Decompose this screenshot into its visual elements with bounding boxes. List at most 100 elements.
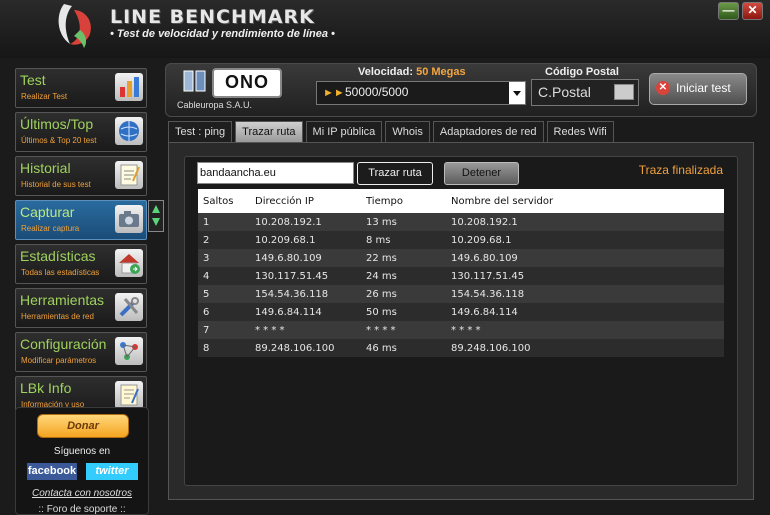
twitter-button[interactable]: twitter: [86, 463, 138, 480]
trace-status: Traza finalizada: [638, 163, 723, 177]
sidebar-item-sub: Herramientas de red: [21, 312, 94, 321]
table-header: Saltos Dirección IP Tiempo Nombre del se…: [198, 189, 724, 213]
postal-code-label: Código Postal: [545, 66, 619, 78]
table-cell: * * * *: [446, 321, 724, 339]
table-cell: 6: [198, 303, 250, 321]
table-cell: 22 ms: [361, 249, 446, 267]
velocidad-label: Velocidad: 50 Megas: [358, 66, 466, 78]
close-button[interactable]: ✕: [742, 2, 763, 20]
sidebar-item-label: Herramientas: [20, 292, 105, 308]
table-cell: 50 ms: [361, 303, 446, 321]
stop-button[interactable]: Detener: [444, 162, 519, 185]
sidebar-item-label: Historial: [20, 160, 71, 176]
speed-select[interactable]: ►► 50000/5000: [316, 81, 526, 105]
sidebar-item-ultimos[interactable]: Últimos/Top Últimos & Top 20 test: [15, 112, 147, 152]
table-cell: 130.117.51.45: [250, 267, 361, 285]
tab-mi-ip[interactable]: Mi IP pública: [305, 121, 383, 142]
table-cell: 10.208.192.1: [446, 213, 724, 231]
column-header[interactable]: Saltos: [198, 189, 250, 213]
postal-code-field[interactable]: C.Postal: [531, 79, 639, 106]
table-row[interactable]: 2 10.209.68.1 8 ms 10.209.68.1: [198, 231, 724, 249]
column-header[interactable]: Dirección IP: [250, 189, 361, 213]
sidebar-item-historial[interactable]: Historial Historial de sus test: [15, 156, 147, 196]
facebook-button[interactable]: facebook: [27, 463, 77, 480]
sidebar-item-label: LBk Info: [20, 380, 72, 396]
table-row[interactable]: 5 154.54.36.118 26 ms 154.54.36.118: [198, 285, 724, 303]
sidebar: Test Realizar Test Últimos/Top Últimos &…: [15, 68, 147, 420]
start-test-label: Iniciar test: [676, 81, 731, 95]
tab-redes-wifi[interactable]: Redes Wifi: [546, 121, 614, 142]
table-row[interactable]: 8 89.248.106.100 46 ms 89.248.106.100: [198, 339, 724, 357]
app-subtitle: • Test de velocidad y rendimiento de lín…: [110, 28, 335, 40]
table-cell: 46 ms: [361, 339, 446, 357]
table-row[interactable]: 4 130.117.51.45 24 ms 130.117.51.45: [198, 267, 724, 285]
start-icon: ✕: [656, 81, 670, 95]
table-cell: 89.248.106.100: [446, 339, 724, 357]
table-cell: * * * *: [361, 321, 446, 339]
double-arrow-icon: ►►: [323, 87, 345, 99]
column-header[interactable]: Tiempo: [361, 189, 446, 213]
table-cell: 26 ms: [361, 285, 446, 303]
tab-whois[interactable]: Whois: [385, 121, 430, 142]
sidebar-item-label: Configuración: [20, 336, 107, 352]
table-row[interactable]: 3 149.6.80.109 22 ms 149.6.80.109: [198, 249, 724, 267]
column-header[interactable]: Nombre del servidor: [446, 189, 724, 213]
table-cell: 4: [198, 267, 250, 285]
collapse-toggle[interactable]: [148, 200, 164, 232]
tool-tabs: Test : ping Trazar ruta Mi IP pública Wh…: [168, 121, 617, 142]
table-row[interactable]: 6 149.6.84.114 50 ms 149.6.84.114: [198, 303, 724, 321]
tab-adaptadores[interactable]: Adaptadores de red: [432, 121, 544, 142]
table-cell: 10.208.192.1: [250, 213, 361, 231]
sidebar-item-sub: Últimos & Top 20 test: [21, 136, 97, 145]
network-icon: [115, 337, 143, 365]
minimize-button[interactable]: —: [718, 2, 739, 20]
sidebar-item-herramientas[interactable]: Herramientas Herramientas de red: [15, 288, 147, 328]
globe-icon: [115, 117, 143, 145]
table-cell: 24 ms: [361, 267, 446, 285]
forum-link[interactable]: :: Foro de soporte ::: [16, 504, 148, 515]
isp-logo: ONO: [212, 68, 282, 98]
velocidad-label-text: Velocidad:: [358, 66, 414, 78]
table-cell: 7: [198, 321, 250, 339]
tools-icon: [115, 293, 143, 321]
table-row[interactable]: 1 10.208.192.1 13 ms 10.208.192.1: [198, 213, 724, 231]
sidebar-item-sub: Todas las estadísticas: [21, 268, 100, 277]
table-row[interactable]: 7 * * * * * * * * * * * *: [198, 321, 724, 339]
connection-bar: ONO Cableuropa S.A.U. Velocidad: 50 Mega…: [165, 63, 757, 117]
sidebar-item-label: Capturar: [20, 204, 75, 220]
table-cell: 5: [198, 285, 250, 303]
table-cell: 149.6.80.109: [446, 249, 724, 267]
table-cell: 3: [198, 249, 250, 267]
table-cell: 149.6.84.114: [446, 303, 724, 321]
chart-icon: [115, 73, 143, 101]
notepad-icon: [115, 161, 143, 189]
sidebar-item-sub: Modificar parámetros: [21, 356, 97, 365]
camera-icon: [115, 205, 143, 233]
sidebar-item-configuracion[interactable]: Configuración Modificar parámetros: [15, 332, 147, 372]
trace-button[interactable]: Trazar ruta: [357, 162, 433, 185]
table-cell: 154.54.36.118: [250, 285, 361, 303]
contact-link[interactable]: Contacta con nosotros: [16, 488, 148, 499]
info-icon: [115, 381, 143, 409]
table-cell: 154.54.36.118: [446, 285, 724, 303]
sidebar-item-label: Estadísticas: [20, 248, 96, 264]
velocidad-value: 50 Megas: [416, 66, 466, 78]
sidebar-item-sub: Realizar Test: [21, 92, 68, 101]
speed-select-value: 50000/5000: [345, 85, 409, 99]
start-test-button[interactable]: ✕ Iniciar test: [649, 73, 747, 105]
postal-code-value: C.Postal: [538, 84, 591, 100]
trace-panel: bandaancha.eu Trazar ruta Detener Traza …: [168, 142, 754, 500]
tab-ping[interactable]: Test : ping: [168, 121, 233, 142]
follow-label: Síguenos en: [53, 446, 111, 457]
sidebar-item-sub: Realizar captura: [21, 224, 80, 233]
donate-button[interactable]: Donar: [37, 414, 129, 438]
host-input[interactable]: bandaancha.eu: [197, 162, 354, 184]
sidebar-item-label: Últimos/Top: [20, 116, 94, 132]
tab-trazar-ruta[interactable]: Trazar ruta: [235, 121, 303, 142]
chevron-down-icon[interactable]: [509, 82, 525, 104]
sidebar-item-capturar[interactable]: Capturar Realizar captura: [15, 200, 147, 240]
sidebar-item-estadisticas[interactable]: Estadísticas Todas las estadísticas: [15, 244, 147, 284]
table-cell: 149.6.84.114: [250, 303, 361, 321]
app-logo-icon: [58, 4, 91, 48]
sidebar-item-test[interactable]: Test Realizar Test: [15, 68, 147, 108]
